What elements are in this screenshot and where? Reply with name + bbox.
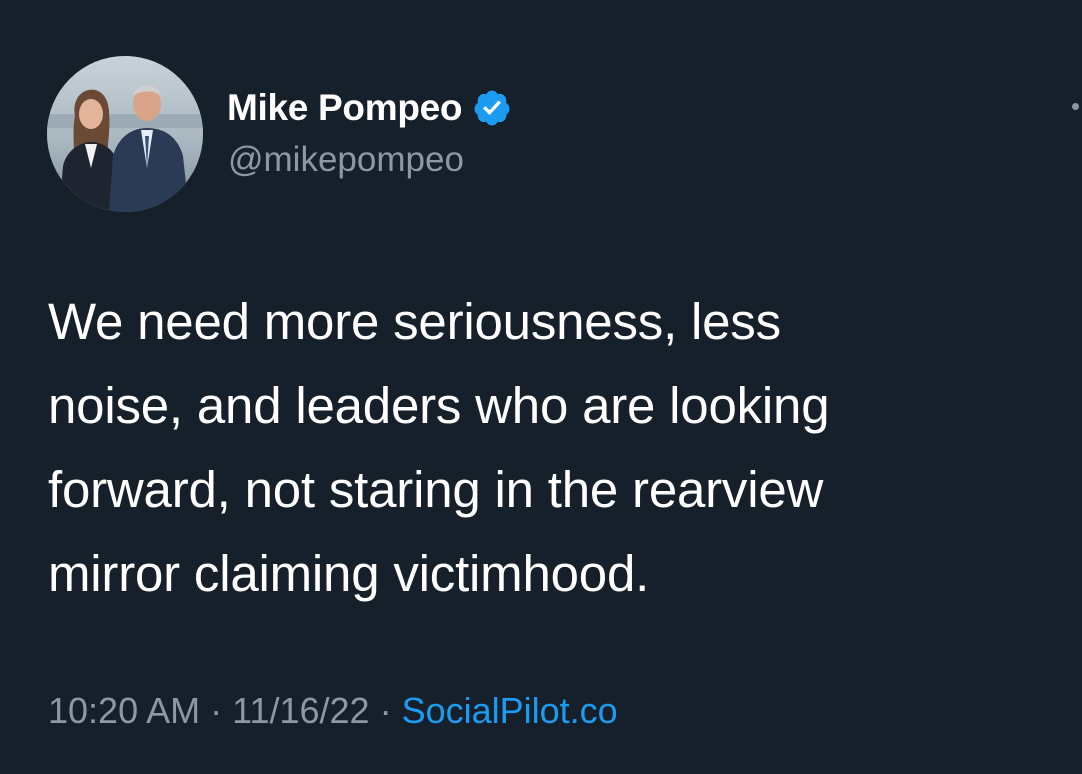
tweet-time[interactable]: 10:20 AM (48, 690, 200, 732)
author-display-name[interactable]: Mike Pompeo (227, 87, 463, 129)
tweet-text-line: forward, not staring in the rearview (48, 461, 824, 518)
more-options-icon[interactable] (1072, 100, 1082, 114)
tweet-source-link[interactable]: SocialPilot.co (402, 690, 618, 732)
tweet-date[interactable]: 11/16/22 (232, 690, 369, 732)
avatar[interactable] (47, 56, 203, 212)
tweet-text-line: mirror claiming victimhood. (48, 545, 650, 602)
tweet-text: We need more seriousness, less noise, an… (48, 280, 1058, 616)
meta-separator: · (210, 690, 223, 731)
verified-badge-icon (474, 90, 510, 126)
author-handle[interactable]: @mikepompeo (228, 140, 464, 180)
tweet-card: Mike Pompeo @mikepompeo We need more ser… (0, 0, 1082, 774)
meta-separator: · (379, 690, 392, 731)
tweet-text-line: We need more seriousness, less (48, 293, 781, 350)
tweet-text-line: noise, and leaders who are looking (48, 377, 830, 434)
author-name-row[interactable]: Mike Pompeo (227, 84, 512, 132)
tweet-meta: 10:20 AM · 11/16/22 · SocialPilot.co (48, 690, 618, 732)
